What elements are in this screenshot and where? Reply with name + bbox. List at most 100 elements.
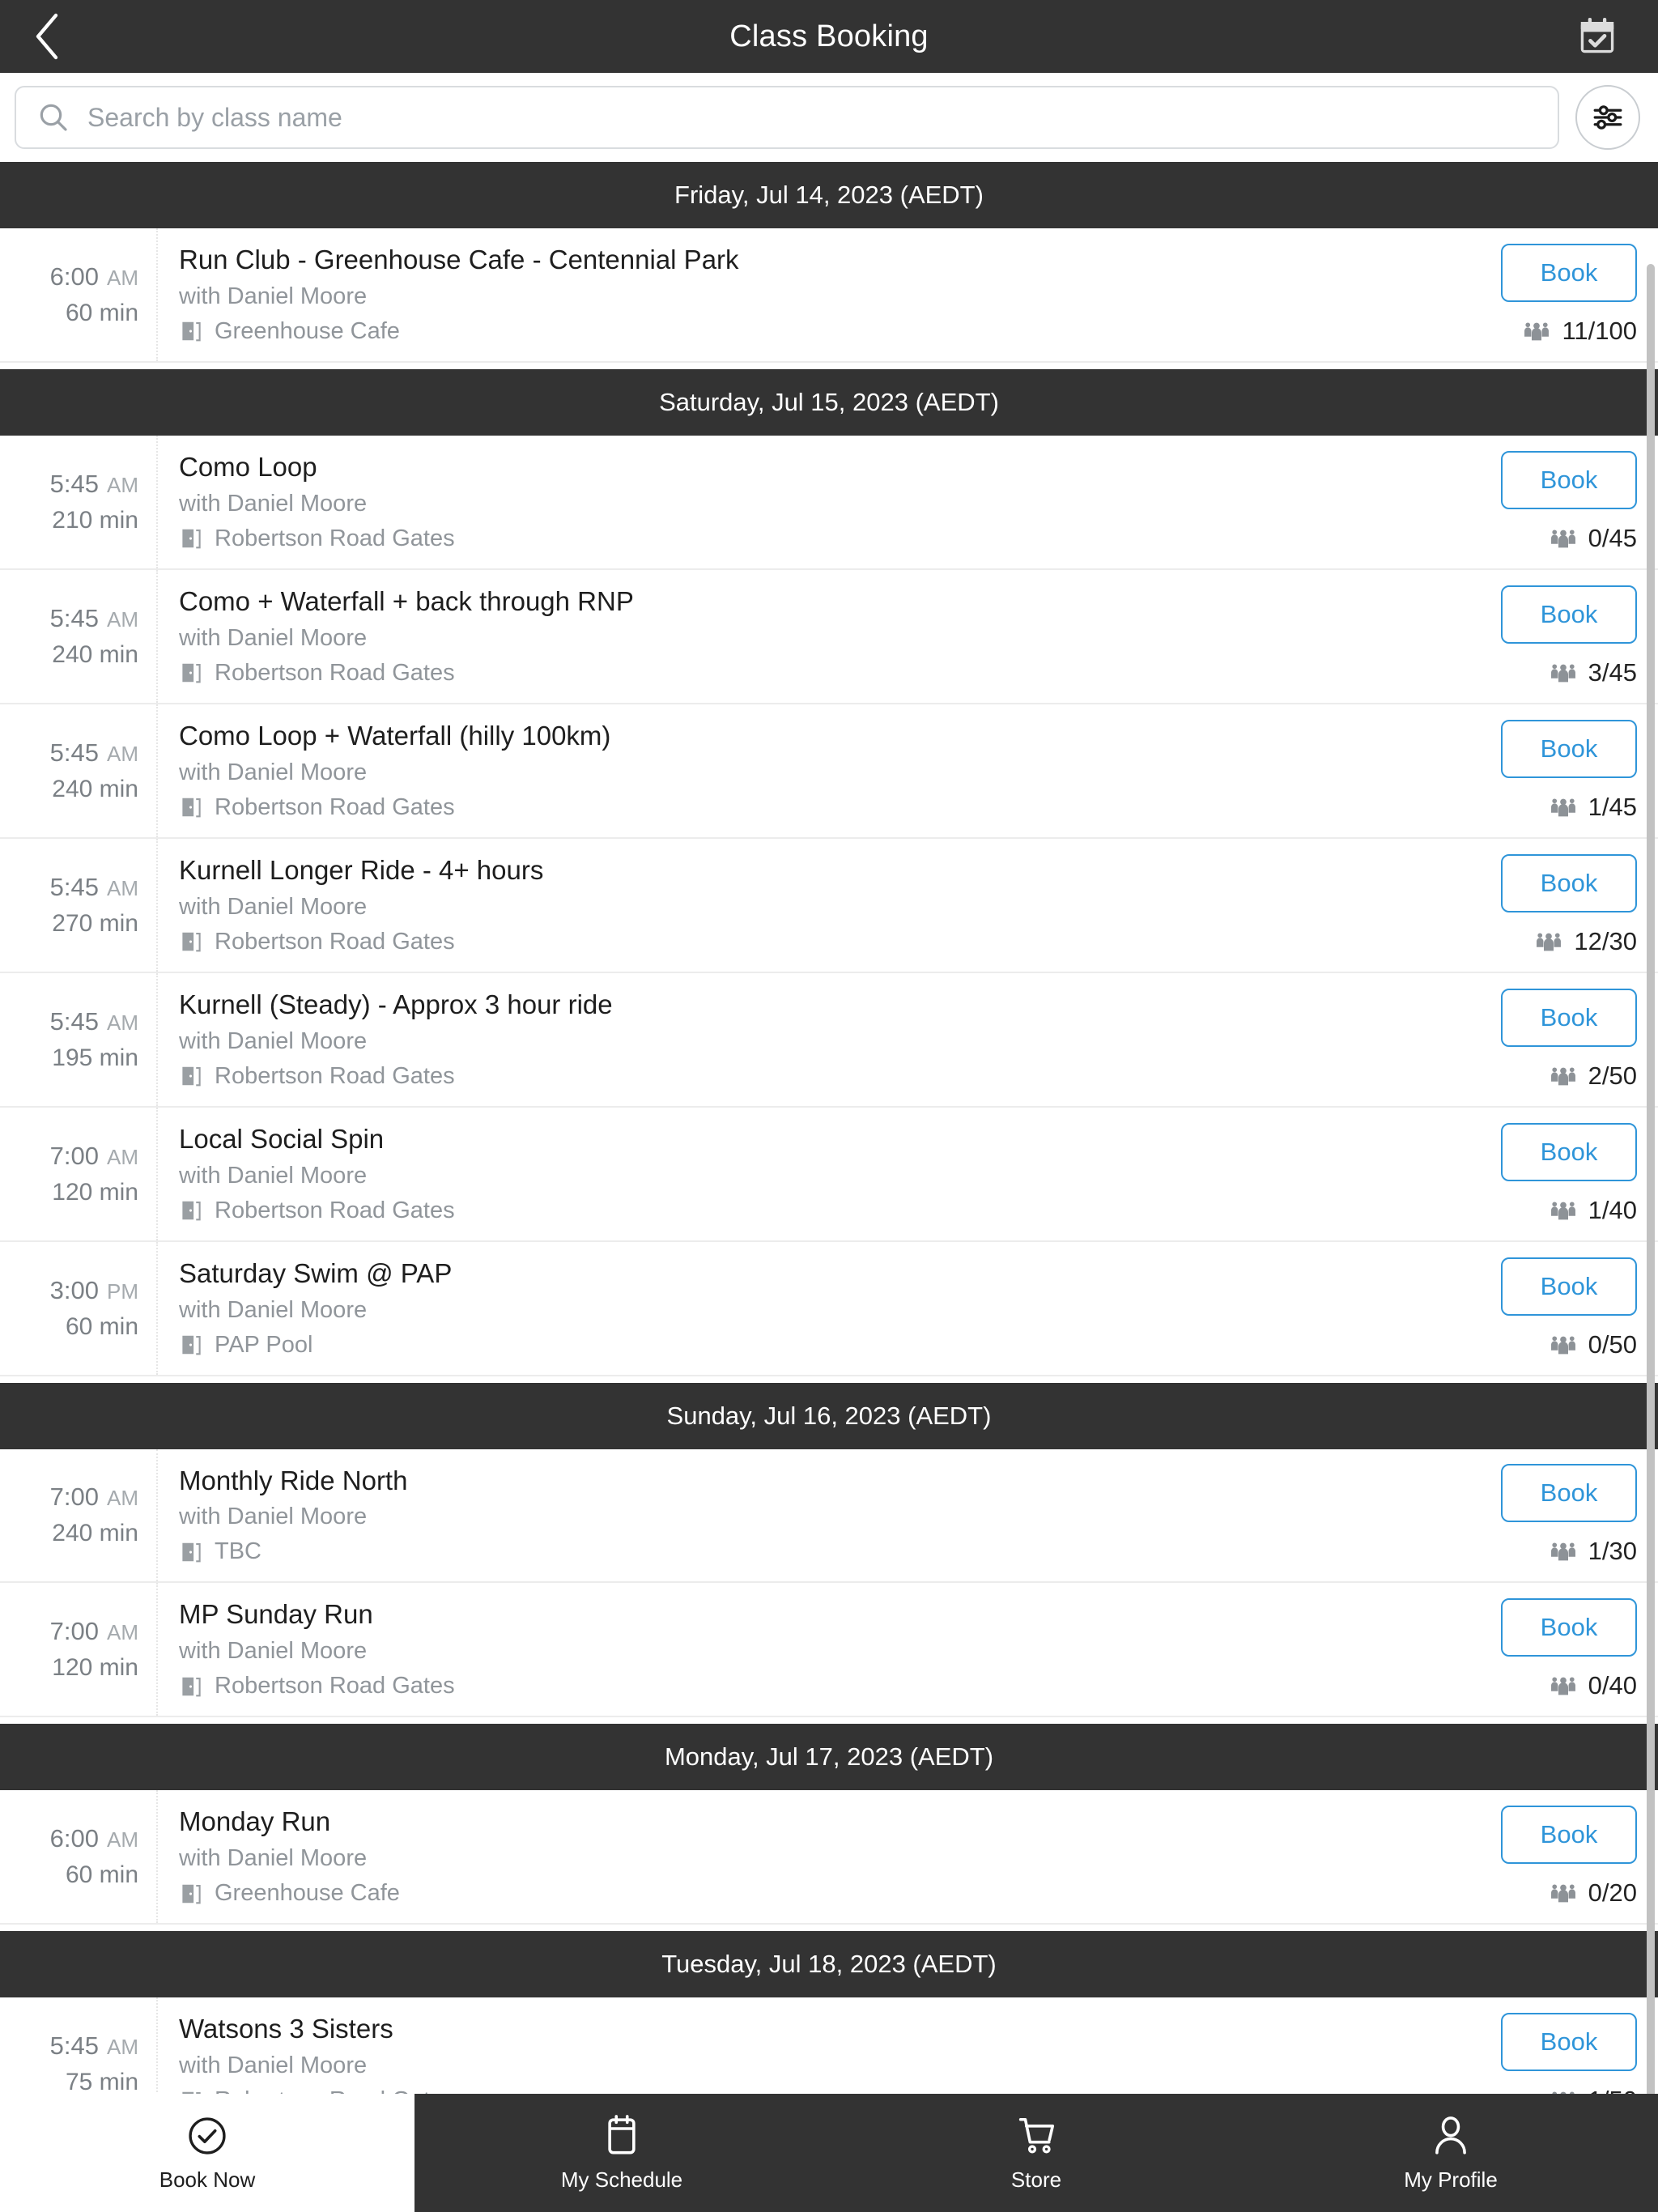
door-room-icon xyxy=(182,1677,201,1697)
class-capacity-value: 0/40 xyxy=(1588,1671,1637,1700)
nav-item-my-profile[interactable]: My Profile xyxy=(1244,2094,1658,2212)
day-header: Friday, Jul 14, 2023 (AEDT) xyxy=(0,162,1658,228)
class-location-label: Robertson Road Gates xyxy=(215,525,455,551)
nav-item-store[interactable]: Store xyxy=(829,2094,1244,2212)
class-name: Monthly Ride North xyxy=(179,1465,408,1495)
book-button[interactable]: Book xyxy=(1501,243,1637,302)
search-placeholder: Search by class name xyxy=(87,102,342,132)
book-button[interactable]: Book xyxy=(1501,1122,1637,1181)
class-time-column: 7:00 AM 120 min xyxy=(0,1107,158,1240)
class-name: Saturday Swim @ PAP xyxy=(179,1257,453,1288)
class-location: Greenhouse Cafe xyxy=(179,1880,1456,1907)
page-title: Class Booking xyxy=(729,19,929,53)
people-group-icon xyxy=(1550,798,1575,817)
search-input[interactable]: Search by class name xyxy=(15,86,1559,149)
people-group-icon xyxy=(1550,1884,1575,1903)
class-capacity-value: 2/50 xyxy=(1588,1061,1637,1090)
scrollbar[interactable] xyxy=(1647,264,1655,2207)
class-time-column: 5:45 AM 240 min xyxy=(0,704,158,837)
nav-item-book-now[interactable]: Book Now xyxy=(0,2094,414,2212)
class-capacity-value: 11/100 xyxy=(1562,316,1637,345)
class-duration: 240 min xyxy=(52,1520,138,1547)
class-time: 7:00 AM xyxy=(50,1142,138,1171)
class-actions: Book 0/20 xyxy=(1456,1790,1658,1923)
book-button[interactable]: Book xyxy=(1501,1257,1637,1316)
class-capacity: 0/50 xyxy=(1550,1330,1637,1359)
class-row[interactable]: 7:00 AM 120 min MP Sunday Run with Daniel Mo… xyxy=(0,1583,1658,1718)
class-row[interactable]: 7:00 AM 240 min Monthly Ride North with Dani… xyxy=(0,1448,1658,1584)
nav-item-label: My Schedule xyxy=(560,2167,683,2192)
class-name: Como + Waterfall + back through RNP xyxy=(179,585,634,616)
class-row[interactable]: 7:00 AM 120 min Local Social Spin with Danie… xyxy=(0,1107,1658,1242)
book-button[interactable]: Book xyxy=(1501,585,1637,644)
door-room-icon xyxy=(182,664,201,683)
book-button[interactable]: Book xyxy=(1501,988,1637,1047)
class-booking-screen: Class Booking Search by class name Frida… xyxy=(0,0,1658,2212)
class-time-value: 5:45 xyxy=(49,738,99,767)
book-button[interactable]: Book xyxy=(1501,2013,1637,2072)
class-instructor: with Daniel Moore xyxy=(179,1027,368,1054)
book-button[interactable]: Book xyxy=(1501,719,1637,778)
class-time-column: 5:45 AM 240 min xyxy=(0,569,158,703)
book-button[interactable]: Book xyxy=(1501,450,1637,509)
class-details: Monday Run with Daniel Moore Greenhouse Ca… xyxy=(158,1790,1456,1923)
class-time-value: 5:45 xyxy=(49,603,99,632)
door-room-icon xyxy=(182,1884,201,1904)
class-instructor: with Daniel Moore xyxy=(179,490,368,517)
class-details: Saturday Swim @ PAP with Daniel Moore PAP … xyxy=(158,1242,1456,1375)
class-row[interactable]: 6:00 AM 60 min Monday Run with Daniel Moore G… xyxy=(0,1790,1658,1925)
class-details: MP Sunday Run with Daniel Moore Robertson … xyxy=(158,1583,1456,1716)
calendar-button[interactable] xyxy=(1561,0,1634,73)
class-list[interactable]: Friday, Jul 14, 2023 (AEDT) 6:00 AM 60 min R… xyxy=(0,162,1658,2212)
class-time: 7:00 AM xyxy=(50,1617,138,1646)
class-name: Kurnell Longer Ride - 4+ hours xyxy=(179,854,544,885)
nav-item-my-schedule[interactable]: My Schedule xyxy=(414,2094,829,2212)
class-capacity: 1/30 xyxy=(1550,1537,1637,1566)
class-row[interactable]: 5:45 AM 210 min Como Loop with Daniel Moore R… xyxy=(0,435,1658,570)
class-time-value: 5:45 xyxy=(49,469,99,498)
bottom-navigation: Book Now My Schedule Store My Profile xyxy=(0,2094,1658,2212)
class-time: 5:45 AM xyxy=(50,604,138,633)
class-row[interactable]: 6:00 AM 60 min Run Club - Greenhouse Cafe -… xyxy=(0,228,1658,363)
class-location-label: Robertson Road Gates xyxy=(215,659,455,686)
back-button[interactable] xyxy=(11,0,84,73)
class-instructor: with Daniel Moore xyxy=(179,1638,368,1665)
filter-button[interactable] xyxy=(1575,85,1640,150)
class-time-column: 7:00 AM 240 min xyxy=(0,1448,158,1582)
class-capacity-value: 0/50 xyxy=(1588,1329,1637,1359)
class-time: 5:45 AM xyxy=(50,738,138,768)
class-time: 5:45 AM xyxy=(50,1007,138,1036)
class-time: 7:00 AM xyxy=(50,1482,138,1512)
book-button[interactable]: Book xyxy=(1501,1598,1637,1657)
door-room-icon xyxy=(182,322,201,342)
class-capacity-value: 1/40 xyxy=(1588,1195,1637,1224)
class-name: Watsons 3 Sisters xyxy=(179,2014,393,2044)
class-location: TBC xyxy=(179,1538,1456,1565)
class-capacity: 11/100 xyxy=(1523,317,1637,346)
class-details: Kurnell (Steady) - Approx 3 hour ride wit… xyxy=(158,973,1456,1106)
class-time-column: 6:00 AM 60 min xyxy=(0,1790,158,1924)
class-time-value: 6:00 xyxy=(49,262,99,291)
class-name: Local Social Spin xyxy=(179,1123,385,1154)
class-row[interactable]: 5:45 AM 270 min Kurnell Longer Ride - 4+ ho… xyxy=(0,838,1658,973)
class-row[interactable]: 5:45 AM 240 min Como + Waterfall + back thr… xyxy=(0,569,1658,704)
class-time-meridiem: AM xyxy=(107,1827,138,1853)
people-group-icon xyxy=(1550,1202,1575,1219)
class-actions: Book 3/45 xyxy=(1456,570,1658,703)
class-time-meridiem: AM xyxy=(107,875,138,900)
book-button[interactable]: Book xyxy=(1501,1464,1637,1523)
class-name: Run Club - Greenhouse Cafe - Centennial … xyxy=(179,245,739,274)
class-row[interactable]: 3:00 PM 60 min Saturday Swim @ PAP with Dani… xyxy=(0,1241,1658,1376)
people-group-icon xyxy=(1537,933,1562,951)
class-time: 5:45 AM xyxy=(50,470,138,499)
class-time: 5:45 AM xyxy=(50,873,138,902)
class-row[interactable]: 5:45 AM 240 min Como Loop + Waterfall (hill… xyxy=(0,704,1658,839)
class-location-label: Robertson Road Gates xyxy=(215,1673,455,1699)
class-location: Robertson Road Gates xyxy=(179,525,1456,552)
class-name: Kurnell (Steady) - Approx 3 hour ride xyxy=(179,989,613,1019)
book-button[interactable]: Book xyxy=(1501,853,1637,912)
class-location-label: Greenhouse Cafe xyxy=(215,1880,400,1907)
class-capacity-value: 12/30 xyxy=(1574,926,1637,955)
class-row[interactable]: 5:45 AM 195 min Kurnell (Steady) - Approx 3… xyxy=(0,972,1658,1108)
book-button[interactable]: Book xyxy=(1501,1806,1637,1865)
